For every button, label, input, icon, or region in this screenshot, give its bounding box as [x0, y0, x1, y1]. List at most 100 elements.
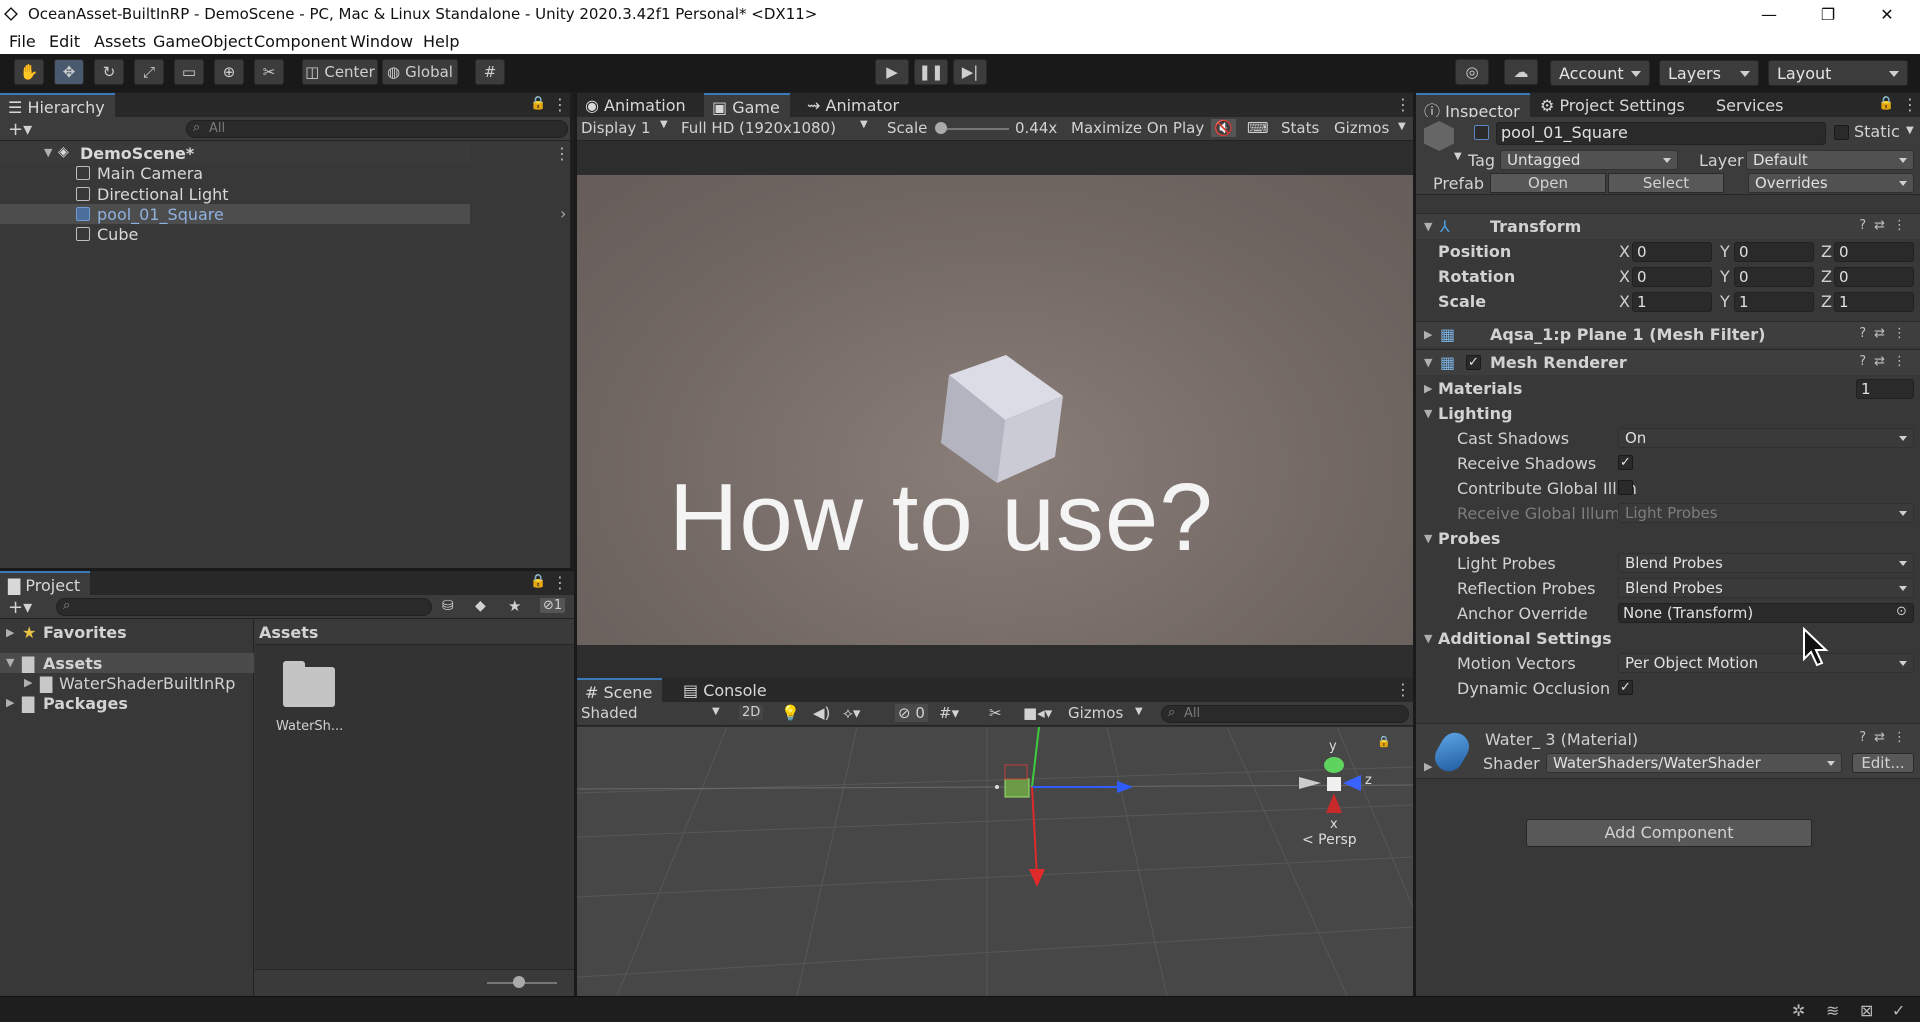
shader-dropdown[interactable]: WaterShaders/WaterShader	[1546, 753, 1842, 773]
chevron-right-icon[interactable]: ›	[560, 204, 566, 223]
materials-count-field[interactable]: 1	[1856, 379, 1914, 399]
pause-button[interactable]: ❚❚	[914, 59, 948, 85]
component-header-icons[interactable]: ?⇄⋮	[1859, 354, 1914, 369]
more-menu-icon[interactable]: ⋮	[1395, 95, 1411, 114]
axis-z-cone-icon[interactable]	[1343, 775, 1361, 791]
add-component-button[interactable]: Add Component	[1526, 819, 1812, 847]
play-button[interactable]: ▶	[875, 59, 909, 85]
create-plus-icon[interactable]: +▾	[8, 119, 32, 140]
object-picker-icon[interactable]: ⊙	[1896, 604, 1907, 619]
tab-console[interactable]: ▤ Console	[675, 678, 777, 702]
zoom-slider-handle[interactable]	[513, 976, 525, 988]
tag-dropdown[interactable]: Untagged	[1500, 150, 1678, 170]
layers-icon[interactable]: ≋	[1826, 1001, 1839, 1020]
hierarchy-search-input[interactable]: All	[186, 120, 568, 138]
transform-tool-icon[interactable]: ⊕	[214, 59, 244, 85]
scene-gizmos-dropdown[interactable]: Gizmos	[1068, 704, 1123, 722]
prefab-overrides-dropdown[interactable]: Overrides	[1748, 173, 1914, 193]
scale-tool-icon[interactable]: ⤢	[134, 59, 164, 85]
hierarchy-item[interactable]: Directional Light	[0, 184, 470, 204]
axis-x-cone-icon[interactable]	[1326, 793, 1342, 813]
label-icon[interactable]: ◆	[475, 598, 486, 614]
scene-menu-icon[interactable]: ⋮	[554, 144, 570, 163]
reflection-probes-dropdown[interactable]: Blend Probes	[1618, 578, 1914, 598]
grid-item-label[interactable]: WaterSh...	[276, 719, 343, 734]
axis-y-cone-icon[interactable]	[1324, 757, 1344, 773]
lock-icon[interactable]: 🔒	[530, 574, 546, 589]
perspective-toggle[interactable]: < Persp	[1302, 832, 1357, 848]
tab-game[interactable]: ▣ Game	[704, 93, 790, 117]
expand-icon[interactable]: ▼	[1424, 407, 1432, 420]
favorites-label[interactable]: Favorites	[43, 623, 127, 642]
shading-mode-dropdown[interactable]: Shaded	[581, 704, 638, 722]
transform-header[interactable]: ▼ ⅄ Transform ?⇄⋮	[1416, 213, 1920, 239]
resolution-dropdown[interactable]: Full HD (1920x1080)	[681, 119, 836, 137]
rotation-z-field[interactable]: 0	[1834, 267, 1914, 287]
menu-gameobject[interactable]: GameObject	[153, 32, 253, 51]
game-viewport[interactable]: How to use?	[577, 175, 1413, 645]
expand-icon[interactable]: ▶	[1424, 760, 1432, 773]
position-x-field[interactable]: 0	[1632, 242, 1712, 262]
axis-center-cube-icon[interactable]	[1327, 777, 1341, 791]
object-name-field[interactable]: pool_01_Square	[1496, 122, 1826, 145]
expand-icon[interactable]: ▼	[1424, 220, 1432, 233]
chevron-down-icon[interactable]: ▼	[1454, 151, 1462, 162]
layout-dropdown[interactable]: Layout	[1768, 60, 1908, 86]
hierarchy-item[interactable]: Main Camera	[0, 163, 470, 183]
layers-dropdown[interactable]: Layers	[1659, 60, 1759, 86]
tab-animator[interactable]: ⇝ Animator	[799, 93, 909, 117]
restore-button[interactable]: ❐	[1805, 0, 1851, 29]
display-dropdown[interactable]: Display 1	[581, 119, 651, 137]
tree-item-assets[interactable]: ▼ ▇ Assets	[0, 653, 254, 673]
motion-vectors-dropdown[interactable]: Per Object Motion	[1618, 653, 1914, 673]
materials-foldout[interactable]: Materials	[1438, 379, 1522, 398]
lighting-foldout[interactable]: Lighting	[1438, 404, 1513, 423]
expand-icon[interactable]: ▶	[6, 696, 14, 709]
account-dropdown[interactable]: Account	[1550, 60, 1650, 86]
active-checkbox[interactable]	[1474, 125, 1489, 140]
shader-edit-button[interactable]: Edit...	[1852, 753, 1914, 773]
tab-inspector[interactable]: ⓘ Inspector	[1416, 93, 1530, 121]
stats-toggle[interactable]: Stats	[1281, 119, 1319, 137]
axis-neg-x-cone-icon[interactable]	[1299, 777, 1321, 789]
hidden-objects-toggle[interactable]: ⊘ 0	[895, 704, 928, 722]
additional-settings-foldout[interactable]: Additional Settings	[1438, 629, 1612, 648]
step-button[interactable]: ▶|	[953, 59, 987, 85]
hand-tool-icon[interactable]: ✋	[14, 59, 44, 85]
mute-audio-icon[interactable]: 🔇	[1211, 119, 1236, 137]
chevron-down-icon[interactable]: ▼	[1398, 121, 1406, 132]
position-y-field[interactable]: 0	[1734, 242, 1814, 262]
scene-expand-icon[interactable]: ▼	[44, 146, 52, 159]
favorite-star-icon[interactable]: ★	[508, 597, 521, 615]
grid-icon[interactable]: #▾	[939, 704, 959, 722]
tab-animation[interactable]: ◉ Animation	[577, 93, 696, 117]
expand-icon[interactable]: ▶	[1424, 382, 1432, 395]
lock-icon[interactable]: 🔒	[530, 96, 546, 111]
expand-icon[interactable]: ▶	[24, 676, 32, 689]
tree-item-packages[interactable]: ▶ ▇ Packages	[0, 693, 254, 713]
scale-slider-handle[interactable]	[935, 122, 947, 134]
receive-shadows-checkbox[interactable]: ✓	[1618, 455, 1633, 470]
probes-foldout[interactable]: Probes	[1438, 529, 1500, 548]
more-menu-icon[interactable]: ⋮	[1902, 95, 1918, 114]
prefab-select-button[interactable]: Select	[1608, 173, 1724, 193]
more-menu-icon[interactable]: ⋮	[552, 95, 568, 114]
hierarchy-item-selected[interactable]: pool_01_Square ›	[0, 204, 566, 224]
light-probes-dropdown[interactable]: Blend Probes	[1618, 553, 1914, 573]
mesh-renderer-header[interactable]: ▼ ▦ ✓ Mesh Renderer ?⇄⋮	[1416, 349, 1920, 375]
more-menu-icon[interactable]: ⋮	[1395, 680, 1411, 699]
scale-slider-track[interactable]	[939, 128, 1009, 130]
effects-icon[interactable]: ⟡▾	[843, 704, 860, 722]
tree-item-watershader[interactable]: ▶ ▇ WaterShaderBuiltInRp	[0, 673, 254, 693]
scale-x-field[interactable]: 1	[1632, 292, 1712, 312]
minimize-button[interactable]: —	[1746, 0, 1792, 29]
maximize-on-play-toggle[interactable]: Maximize On Play	[1071, 119, 1204, 137]
cast-shadows-dropdown[interactable]: On	[1618, 428, 1914, 448]
hierarchy-item[interactable]: Cube	[0, 224, 470, 244]
mesh-filter-header[interactable]: ▶ ▦ Aqsa_1:p Plane 1 (Mesh Filter) ?⇄⋮	[1416, 321, 1920, 347]
rect-tool-icon[interactable]: ▭	[174, 59, 204, 85]
tab-scene[interactable]: # Scene	[577, 678, 663, 702]
scene-search-input[interactable]: All	[1161, 705, 1409, 723]
expand-icon[interactable]: ▶	[1424, 328, 1432, 341]
dynamic-occlusion-checkbox[interactable]: ✓	[1618, 680, 1633, 695]
